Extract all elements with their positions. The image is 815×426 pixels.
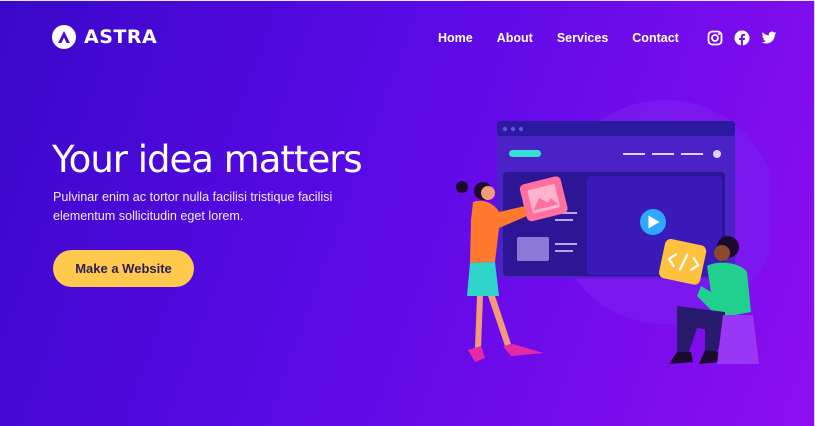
nav-services-link[interactable]: Services (557, 31, 608, 45)
astra-logo-icon (52, 25, 76, 49)
instagram-icon[interactable] (707, 30, 723, 46)
facebook-icon[interactable] (734, 30, 750, 46)
hero-headline: Your idea matters (52, 138, 363, 181)
main-nav: Home About Services Contact (438, 30, 777, 46)
hero-section: ASTRA Home About Services Contact Your i… (0, 0, 815, 426)
nav-home-link[interactable]: Home (438, 31, 473, 45)
brand-name: ASTRA (84, 26, 158, 48)
nav-about-link[interactable]: About (497, 31, 533, 45)
social-links (707, 30, 777, 46)
twitter-icon[interactable] (761, 30, 777, 46)
hero-illustration (456, 100, 770, 364)
site-logo[interactable]: ASTRA (52, 25, 157, 49)
top-border (0, 0, 815, 1)
hero-description: Pulvinar enim ac tortor nulla facilisi t… (53, 190, 333, 223)
nav-contact-link[interactable]: Contact (632, 31, 679, 45)
make-website-button[interactable]: Make a Website (53, 250, 194, 287)
